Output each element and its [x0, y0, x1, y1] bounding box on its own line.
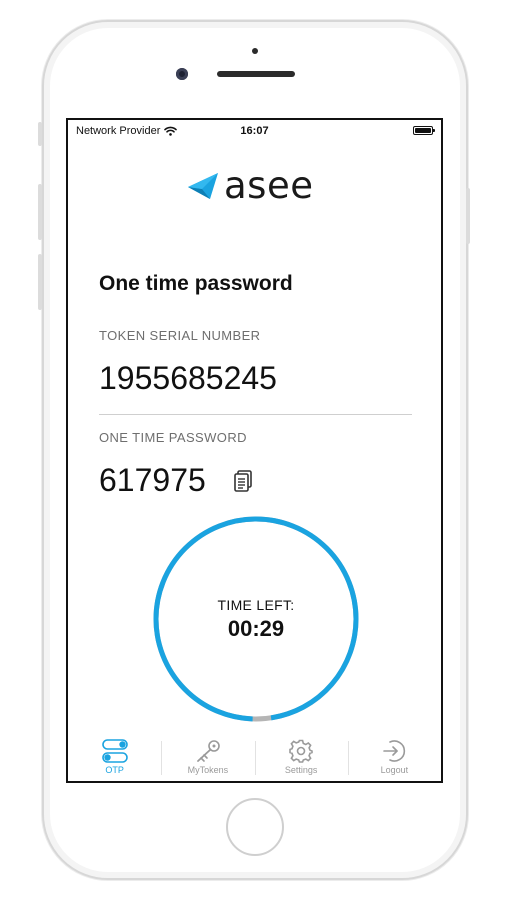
toggle-icon [101, 739, 128, 763]
otp-label: ONE TIME PASSWORD [99, 430, 247, 445]
tab-otp[interactable]: OTP [68, 735, 161, 781]
phone-speaker [217, 71, 295, 77]
gear-icon [289, 739, 313, 763]
tab-label-logout: Logout [380, 765, 409, 775]
section-divider [99, 414, 412, 415]
asee-logo-icon [188, 173, 218, 199]
timer-value: 00:29 [227, 616, 285, 641]
battery-icon [413, 126, 435, 135]
copy-icon[interactable] [234, 470, 252, 492]
tab-settings[interactable]: Settings [254, 735, 348, 781]
token-serial-label: TOKEN SERIAL NUMBER [99, 328, 261, 343]
status-time: 16:07 [240, 125, 269, 137]
tab-bar: OTP MyTokens Settings Logout [68, 735, 441, 781]
tab-label-mytokens: MyTokens [187, 765, 229, 775]
power-button [466, 188, 470, 244]
token-serial-value: 1955685245 [99, 360, 277, 396]
tab-label-settings: Settings [284, 765, 318, 775]
countdown-timer: TIME LEFT: 00:29 [150, 513, 362, 725]
page-title: One time password [99, 272, 293, 295]
key-icon [196, 740, 220, 762]
brand-logo: asee [188, 166, 313, 206]
front-camera [176, 68, 188, 80]
status-bar: Network Provider 16:07 [68, 120, 441, 142]
brand-name: asee [224, 164, 314, 207]
otp-value[interactable]: 617975 [99, 462, 206, 499]
volume-up-button [38, 184, 42, 240]
home-button[interactable] [226, 798, 284, 856]
logout-icon [383, 740, 406, 762]
phone-sensor [252, 48, 258, 54]
mute-switch [38, 122, 42, 146]
app-screen: Network Provider 16:07 asee One time pas… [66, 118, 443, 783]
tab-label-otp: OTP [105, 765, 124, 775]
volume-down-button [38, 254, 42, 310]
tab-logout[interactable]: Logout [347, 735, 441, 781]
timer-label: TIME LEFT: [217, 597, 295, 613]
tab-mytokens[interactable]: MyTokens [161, 735, 254, 781]
